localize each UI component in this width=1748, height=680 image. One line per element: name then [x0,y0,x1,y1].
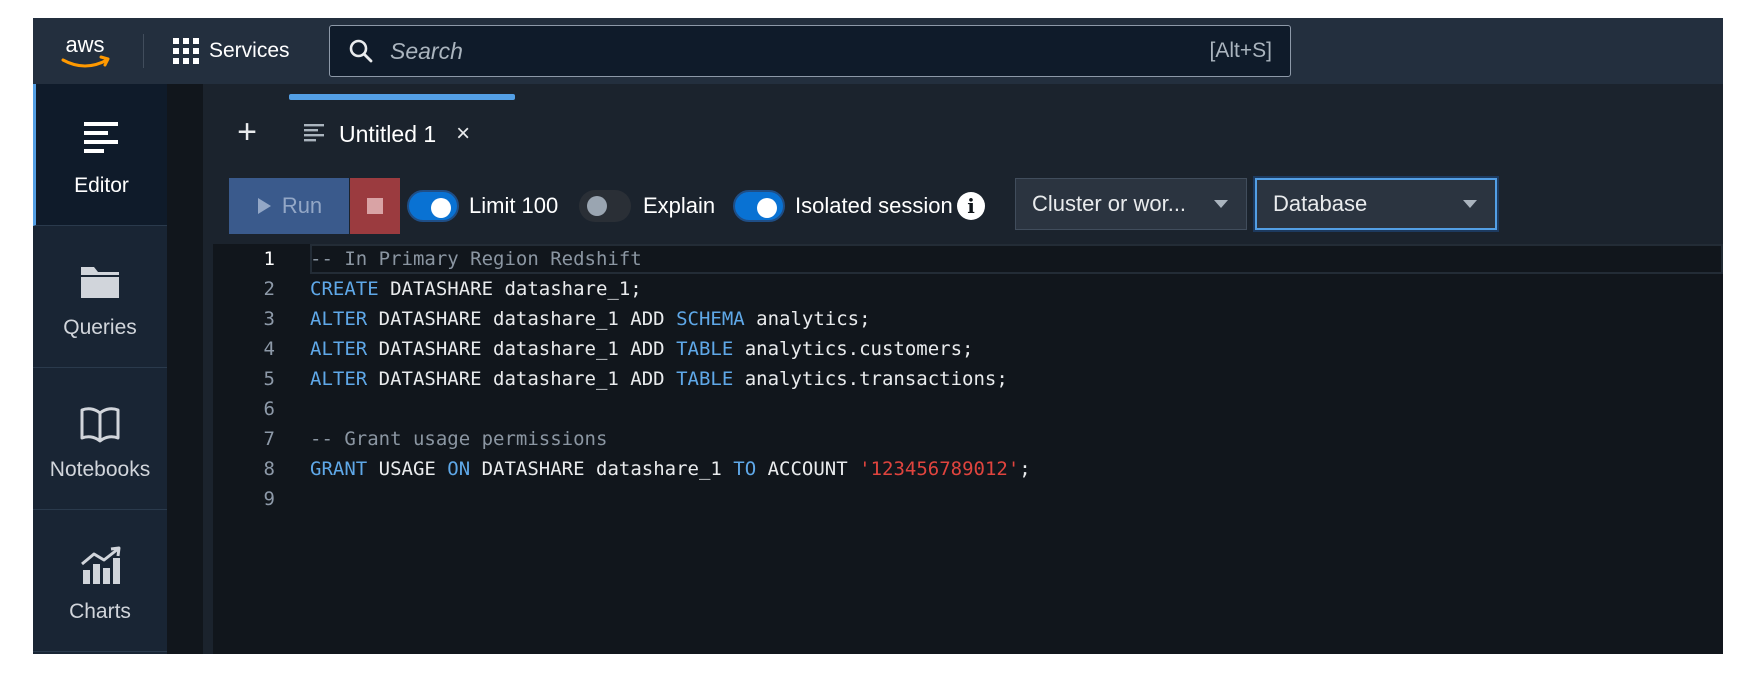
database-select[interactable]: Database [1255,178,1497,230]
code-token: DATASHARE datashare_1 ADD [367,368,677,390]
sql-comment: -- Grant usage permissions [310,428,608,450]
line-number: 8 [263,458,275,480]
sql-keyword: TABLE [676,368,734,390]
database-select-value: Database [1273,191,1368,216]
search-input[interactable] [388,36,1210,66]
line-number: 3 [263,308,275,330]
code-token: DATASHARE datashare_1; [378,278,642,300]
line-number: 5 [263,368,275,390]
tab-label: Untitled 1 [339,120,437,147]
line-number-gutter: 1 2 3 4 5 6 7 8 9 [213,244,285,514]
sql-keyword: ALTER [310,338,368,360]
tab-untitled-1[interactable]: Untitled 1 × [303,114,470,154]
explain-label: Explain [643,193,716,218]
add-tab-button[interactable]: + [227,112,267,152]
code-token: analytics.transactions; [733,368,1008,390]
svg-text:aws: aws [65,32,104,57]
code-line[interactable]: ALTER DATASHARE datashare_1 ADD TABLE an… [310,334,1723,364]
nav-divider [143,34,144,68]
code-line[interactable]: CREATE DATASHARE datashare_1; [310,274,1723,304]
sql-keyword: TABLE [676,338,734,360]
limit-toggle[interactable] [407,190,459,222]
line-number: 4 [263,338,275,360]
line-number: 7 [263,428,275,450]
sql-keyword: ON [447,458,471,480]
code-token: analytics; [744,308,871,330]
isolated-session-toggle[interactable] [733,190,785,222]
services-label: Services [209,39,290,62]
editor-left-strip [203,244,213,654]
sidebar-gutter [167,84,203,654]
sql-keyword: TO [733,458,757,480]
sidebar-item-notebooks[interactable]: Notebooks [33,368,167,510]
run-button[interactable]: Run [229,178,349,234]
side-navigation: Editor Queries Notebooks Charts [33,84,167,654]
code-token: ACCOUNT [756,458,860,480]
sql-keyword: CREATE [310,278,379,300]
code-line[interactable] [310,484,1723,514]
line-number: 2 [263,278,275,300]
line-number: 6 [263,398,275,420]
search-icon [349,39,373,63]
stop-button[interactable] [350,178,400,234]
code-token: USAGE [367,458,448,480]
close-icon[interactable]: × [456,120,470,148]
code-line[interactable]: GRANT USAGE ON DATASHARE datashare_1 TO … [310,454,1723,484]
info-icon[interactable]: i [957,192,985,220]
sidebar-item-label: Queries [63,316,137,339]
sidebar-item-label: Editor [74,174,129,197]
sql-comment: -- In Primary Region Redshift [310,248,642,270]
code-token: analytics.customers; [733,338,974,360]
code-line[interactable]: ALTER DATASHARE datashare_1 ADD TABLE an… [310,364,1723,394]
sql-keyword: ALTER [310,368,368,390]
sql-keyword: SCHEMA [676,308,745,330]
play-icon [257,198,271,214]
toggle-knob [431,198,451,218]
code-content[interactable]: -- In Primary Region Redshift CREATE DATA… [310,244,1723,514]
sidebar-item-label: Notebooks [49,458,151,481]
sidebar-item-queries[interactable]: Queries [33,226,167,368]
aws-logo[interactable]: aws [57,28,113,74]
code-token: DATASHARE datashare_1 ADD [367,308,677,330]
toggle-knob [587,196,607,216]
chevron-down-icon [1463,200,1477,208]
code-token: DATASHARE datashare_1 [470,458,734,480]
search-shortcut-hint: [Alt+S] [1209,39,1272,62]
sql-string: '123456789012' [859,458,1020,480]
line-number: 1 [263,248,275,270]
run-label: Run [281,193,323,218]
query-editor-app: aws Services [Alt+S] [33,18,1723,654]
sql-keyword: ALTER [310,308,368,330]
chevron-down-icon [1214,200,1228,208]
isolated-session-label: Isolated session [795,193,953,218]
code-line[interactable]: -- In Primary Region Redshift [310,244,1723,274]
sidebar-item-label: Charts [69,600,131,623]
chart-icon [81,546,121,584]
explain-toggle[interactable] [579,190,631,222]
limit-label: Limit 100 [469,193,559,218]
line-number: 9 [263,488,275,510]
code-line[interactable]: ALTER DATASHARE datashare_1 ADD SCHEMA a… [310,304,1723,334]
editor-tab-icon [304,124,324,142]
sidebar-item-charts[interactable]: Charts [33,510,167,652]
cluster-select-value: Cluster or wor... [1032,191,1187,216]
sql-keyword: GRANT [310,458,368,480]
grid-icon [173,38,199,64]
code-line[interactable]: -- Grant usage permissions [310,424,1723,454]
sql-code-editor[interactable]: 1 2 3 4 5 6 7 8 9 -- In Primary Region Redshift C… [203,244,1723,654]
toggle-knob [757,198,777,218]
book-icon [80,407,120,443]
code-token: DATASHARE datashare_1 ADD [367,338,677,360]
editor-icon [83,122,118,153]
folder-icon [81,267,119,298]
top-navigation-bar: aws Services [Alt+S] [33,18,1723,84]
code-line[interactable] [310,394,1723,424]
active-tab-indicator [289,94,515,100]
search-box[interactable]: [Alt+S] [329,25,1291,77]
stop-icon [367,198,383,214]
code-token: ; [1019,458,1031,480]
services-menu-button[interactable]: Services [173,32,290,70]
sidebar-item-editor[interactable]: Editor [33,84,167,226]
cluster-select[interactable]: Cluster or wor... [1015,178,1247,230]
